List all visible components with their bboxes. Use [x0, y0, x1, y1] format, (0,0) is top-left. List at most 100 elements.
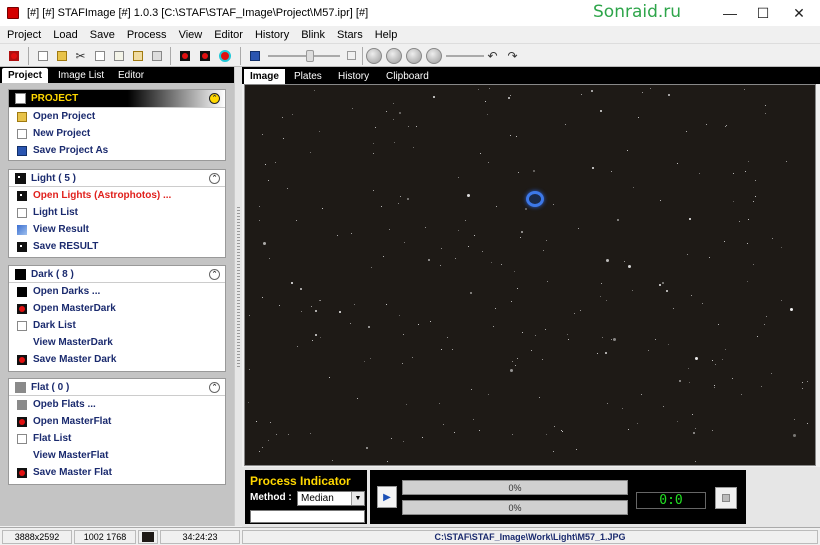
view-masterdark-label: View MasterDark: [33, 337, 113, 348]
trash-icon[interactable]: [148, 47, 165, 64]
save-master-dark-item[interactable]: Save Master Dark: [9, 351, 225, 368]
crop-icon[interactable]: [5, 47, 22, 64]
open-lights-item[interactable]: Open Lights (Astrophotos) ...: [9, 187, 225, 204]
star: [288, 434, 289, 435]
new-file-icon[interactable]: [34, 47, 51, 64]
tab-image-list[interactable]: Image List: [52, 68, 110, 83]
record-cyan-icon[interactable]: [216, 47, 233, 64]
astro-image-view[interactable]: [244, 84, 816, 466]
menu-process[interactable]: Process: [120, 29, 172, 41]
star: [399, 315, 400, 316]
menu-history[interactable]: History: [248, 29, 294, 41]
save-result-item[interactable]: Save RESULT: [9, 238, 225, 255]
menu-stars[interactable]: Stars: [330, 29, 368, 41]
star: [542, 359, 543, 360]
save-master-flat-label: Save Master Flat: [33, 467, 112, 478]
undo-icon[interactable]: ↶: [484, 47, 501, 64]
pane-splitter[interactable]: [234, 67, 242, 526]
menu-blink[interactable]: Blink: [294, 29, 330, 41]
collapse-dark-icon[interactable]: ⌃: [209, 269, 220, 280]
copy-doc-icon[interactable]: [110, 47, 127, 64]
save-master-flat-item[interactable]: Save Master Flat: [9, 464, 225, 481]
star: [662, 282, 664, 284]
stop-button[interactable]: [715, 487, 737, 509]
close-button[interactable]: ✕: [781, 0, 817, 26]
menu-view[interactable]: View: [172, 29, 208, 41]
copy-icon[interactable]: [91, 47, 108, 64]
star: [633, 187, 634, 188]
tab-editor[interactable]: Editor: [112, 68, 150, 83]
view-masterdark-item[interactable]: View MasterDark: [9, 334, 225, 351]
view-masterflat-item[interactable]: View MasterFlat: [9, 447, 225, 464]
circle-button-2[interactable]: [386, 48, 402, 64]
star: [790, 308, 793, 311]
star: [259, 451, 260, 452]
scissors-icon[interactable]: ✂: [72, 47, 89, 64]
open-darks-item[interactable]: Open Darks ...: [9, 283, 225, 300]
splitter-grip[interactable]: [237, 207, 240, 367]
flat-panel-header: Flat ( 0 ) ⌃: [9, 379, 225, 396]
open-project-item[interactable]: Open Project: [9, 108, 225, 125]
star: [714, 387, 715, 388]
open-masterdark-item[interactable]: Open MasterDark: [9, 300, 225, 317]
method-select[interactable]: Median ▼: [297, 491, 365, 506]
tab-image[interactable]: Image: [244, 69, 285, 84]
star: [576, 449, 577, 450]
new-project-item[interactable]: New Project: [9, 125, 225, 142]
play-button[interactable]: ▶: [377, 486, 397, 508]
redo-icon[interactable]: ↷: [504, 47, 521, 64]
star: [368, 326, 370, 328]
minimize-button[interactable]: —: [712, 0, 748, 26]
menu-save[interactable]: Save: [83, 29, 120, 41]
open-masterdark-label: Open MasterDark: [33, 303, 116, 314]
star: [521, 231, 523, 233]
paste-icon[interactable]: [129, 47, 146, 64]
star: [262, 297, 263, 298]
tab-clipboard[interactable]: Clipboard: [380, 69, 435, 84]
tab-history[interactable]: History: [332, 69, 375, 84]
menu-help[interactable]: Help: [368, 29, 403, 41]
tab-plates[interactable]: Plates: [288, 69, 328, 84]
record-icon[interactable]: [176, 47, 193, 64]
view-result-item[interactable]: View Result: [9, 221, 225, 238]
process-input[interactable]: [250, 510, 365, 523]
open-flats-item[interactable]: Opeb Flats ...: [9, 396, 225, 413]
star: [522, 332, 523, 333]
record-red-icon[interactable]: [196, 47, 213, 64]
menu-load[interactable]: Load: [46, 29, 82, 41]
dark-list-item[interactable]: Dark List: [9, 317, 225, 334]
star: [465, 220, 466, 221]
star: [339, 311, 341, 313]
star: [605, 352, 607, 354]
flat-list-item[interactable]: Flat List: [9, 430, 225, 447]
menu-editor[interactable]: Editor: [207, 29, 248, 41]
light-list-item[interactable]: Light List: [9, 204, 225, 221]
chevron-down-icon[interactable]: ▼: [351, 492, 364, 505]
star: [725, 349, 726, 350]
image-size-status: 3888x2592: [2, 530, 72, 544]
square-icon[interactable]: [343, 47, 360, 64]
file-path-status: C:\STAF\STAF_Image\Work\Light\M57_1.JPG: [242, 530, 818, 544]
open-folder-icon[interactable]: [53, 47, 70, 64]
star: [764, 324, 765, 325]
collapse-project-icon[interactable]: ⌃: [209, 93, 220, 104]
star: [416, 126, 417, 127]
star: [666, 290, 668, 292]
circle-button-1[interactable]: [366, 48, 382, 64]
save-disk-icon[interactable]: [246, 47, 263, 64]
star: [510, 135, 511, 136]
circle-button-3[interactable]: [406, 48, 422, 64]
zoom-slider-knob[interactable]: [306, 50, 314, 62]
tab-project[interactable]: Project: [2, 68, 48, 83]
save-project-as-item[interactable]: Save Project As: [9, 142, 225, 159]
collapse-light-icon[interactable]: ⌃: [209, 173, 220, 184]
menu-project[interactable]: Project: [0, 29, 46, 41]
star: [265, 164, 266, 165]
open-masterflat-item[interactable]: Open MasterFlat: [9, 413, 225, 430]
circle-button-4[interactable]: [426, 48, 442, 64]
maximize-button[interactable]: ☐: [745, 0, 781, 26]
star: [659, 284, 661, 286]
star: [425, 227, 426, 228]
collapse-flat-icon[interactable]: ⌃: [209, 382, 220, 393]
progress-box: ▶ 0% 0% 0:0: [370, 470, 746, 524]
